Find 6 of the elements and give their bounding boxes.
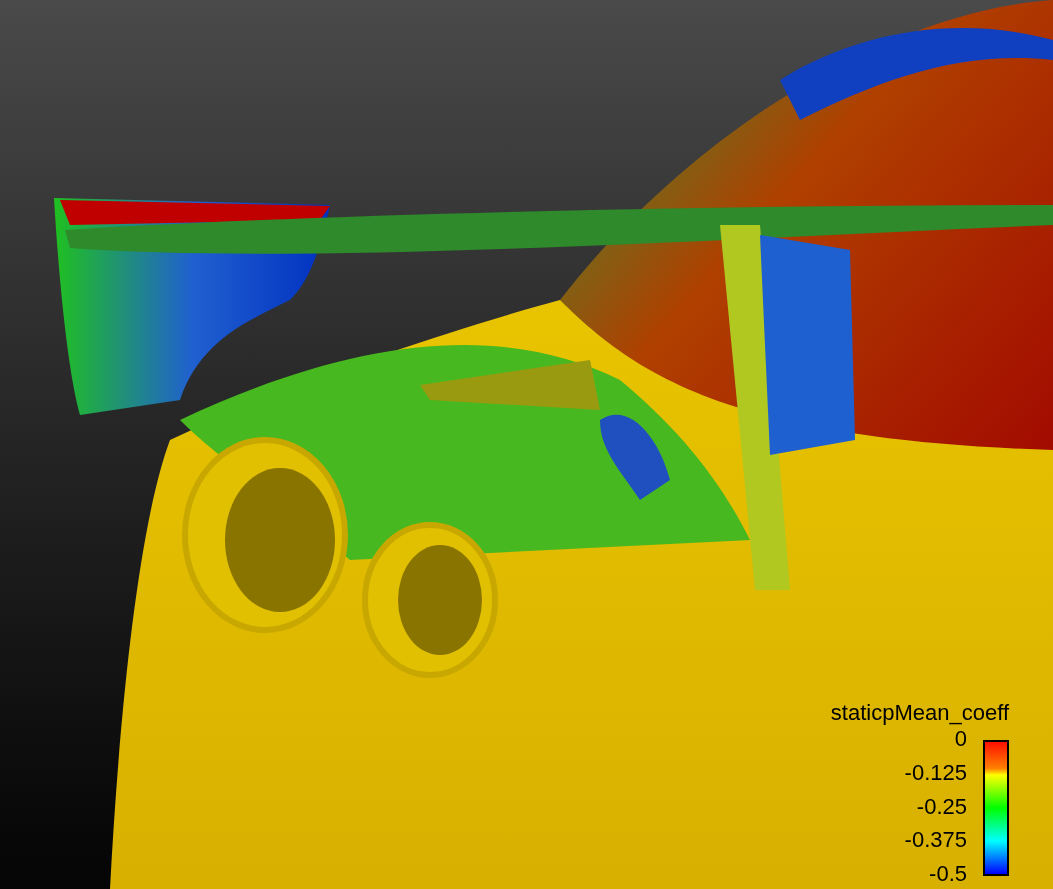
legend-tick-label: -0.25 [916,795,967,818]
legend-tick-label: -0.125 [904,761,967,784]
legend-title: staticpMean_coeff [830,700,1009,725]
legend-tick-label: -0.375 [904,829,967,852]
legend-tick-label: 0 [954,728,967,750]
legend-tick-label: -0.5 [929,863,967,885]
